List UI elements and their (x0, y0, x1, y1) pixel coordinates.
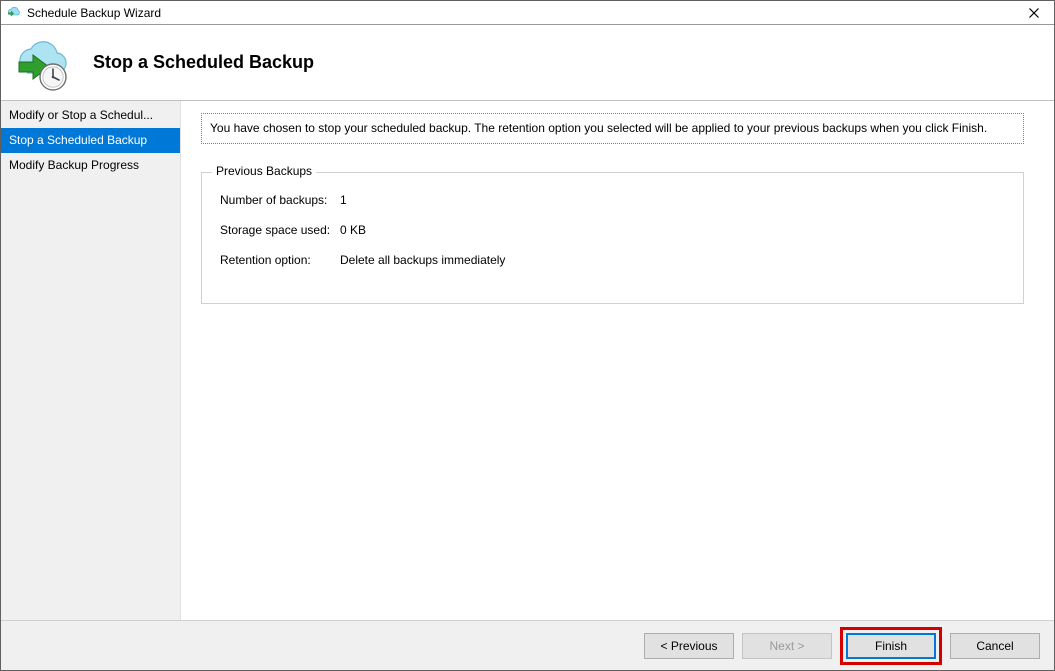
titlebar: Schedule Backup Wizard (1, 1, 1054, 25)
app-icon (5, 5, 21, 21)
sidebar-item-modify-or-stop[interactable]: Modify or Stop a Schedul... (1, 103, 180, 128)
wizard-footer: < Previous Next > Finish Cancel (1, 620, 1054, 670)
next-button: Next > (742, 633, 832, 659)
cancel-button[interactable]: Cancel (950, 633, 1040, 659)
backup-cloud-clock-icon (9, 31, 73, 95)
value-number-of-backups: 1 (340, 193, 347, 207)
close-icon (1029, 8, 1039, 18)
finish-button[interactable]: Finish (846, 633, 936, 659)
previous-backups-legend: Previous Backups (212, 164, 316, 178)
value-storage-space: 0 KB (340, 223, 366, 237)
value-retention-option: Delete all backups immediately (340, 253, 505, 267)
sidebar-item-modify-backup-progress[interactable]: Modify Backup Progress (1, 153, 180, 178)
wizard-content-panel: You have chosen to stop your scheduled b… (181, 101, 1054, 620)
row-retention-option: Retention option: Delete all backups imm… (220, 253, 1005, 267)
finish-button-highlight: Finish (840, 627, 942, 665)
label-number-of-backups: Number of backups: (220, 193, 340, 207)
previous-backups-group: Previous Backups Number of backups: 1 St… (201, 172, 1024, 304)
close-button[interactable] (1014, 1, 1054, 25)
sidebar-item-stop-scheduled-backup[interactable]: Stop a Scheduled Backup (1, 128, 180, 153)
window-title: Schedule Backup Wizard (27, 6, 1014, 20)
wizard-steps-sidebar: Modify or Stop a Schedul... Stop a Sched… (1, 101, 181, 620)
wizard-window: Schedule Backup Wizard Stop a Scheduled … (0, 0, 1055, 671)
previous-button[interactable]: < Previous (644, 633, 734, 659)
label-retention-option: Retention option: (220, 253, 340, 267)
page-title: Stop a Scheduled Backup (93, 52, 314, 73)
row-storage-space: Storage space used: 0 KB (220, 223, 1005, 237)
wizard-body: Modify or Stop a Schedul... Stop a Sched… (1, 101, 1054, 620)
info-message: You have chosen to stop your scheduled b… (201, 113, 1024, 144)
label-storage-space: Storage space used: (220, 223, 340, 237)
row-number-of-backups: Number of backups: 1 (220, 193, 1005, 207)
wizard-header: Stop a Scheduled Backup (1, 25, 1054, 101)
